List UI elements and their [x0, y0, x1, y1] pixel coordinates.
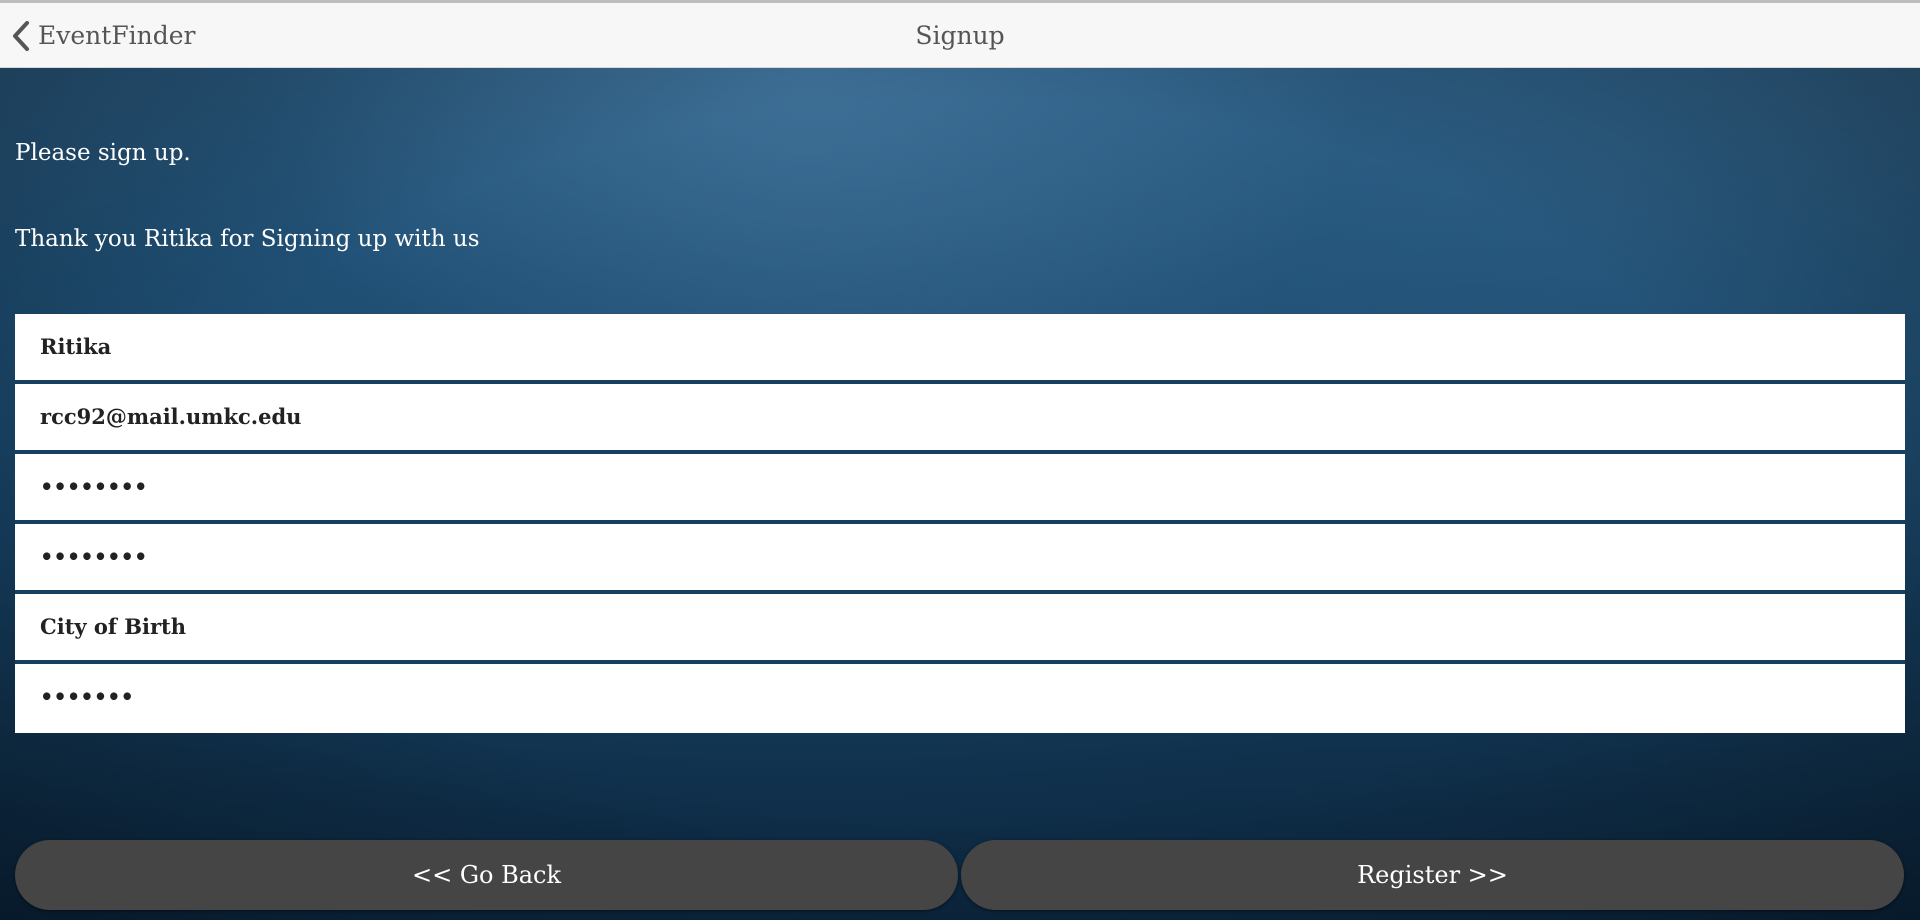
top-border — [0, 0, 1920, 3]
back-link-label: EventFinder — [38, 21, 196, 50]
city-of-birth-field[interactable]: City of Birth — [15, 594, 1905, 664]
email-field[interactable]: rcc92@mail.umkc.edu — [15, 384, 1905, 454]
go-back-button[interactable]: << Go Back — [15, 840, 958, 910]
name-field[interactable]: Ritika — [15, 314, 1905, 384]
confirm-password-field[interactable]: •••••••• — [15, 524, 1905, 594]
security-answer-field[interactable]: ••••••• — [15, 664, 1905, 733]
page-title: Signup — [915, 21, 1005, 50]
chevron-left-icon — [13, 20, 29, 51]
thank-you-message: Thank you Ritika for Signing up with us — [15, 226, 480, 252]
app-header: EventFinder Signup — [0, 3, 1920, 68]
signup-prompt: Please sign up. — [15, 140, 191, 166]
password-field[interactable]: •••••••• — [15, 454, 1905, 524]
register-button[interactable]: Register >> — [961, 840, 1904, 910]
action-buttons: << Go Back Register >> — [15, 840, 1905, 910]
signup-form: Ritika rcc92@mail.umkc.edu •••••••• ••••… — [15, 314, 1905, 733]
back-link[interactable]: EventFinder — [10, 3, 196, 68]
